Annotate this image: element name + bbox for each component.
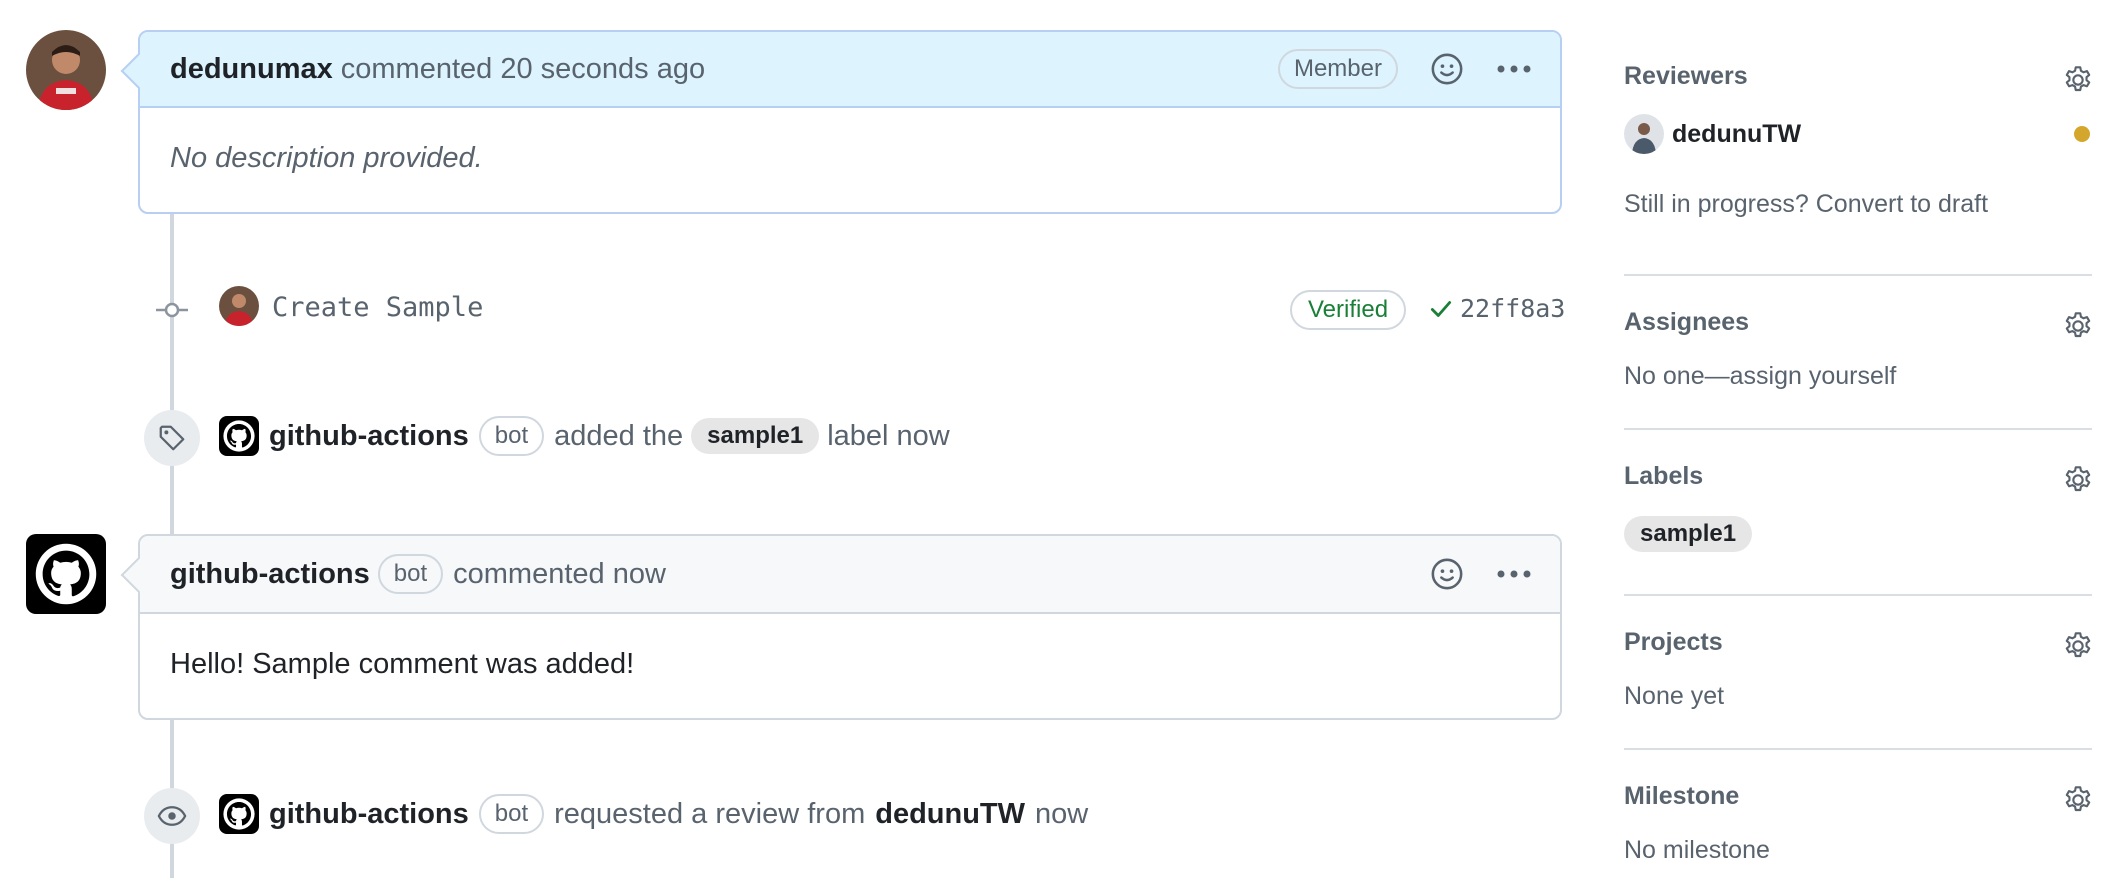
github-mark-icon — [223, 420, 255, 452]
gear-icon — [2065, 632, 2091, 658]
bot-badge: bot — [478, 416, 545, 456]
gear-icon — [2065, 66, 2091, 92]
more-options-button[interactable] — [1496, 64, 1532, 74]
sidebar-divider — [1624, 748, 2092, 750]
eye-icon — [157, 806, 187, 826]
tag-icon — [159, 425, 185, 451]
kebab-horizontal-icon — [1497, 570, 1531, 578]
sidebar-divider — [1624, 428, 2092, 430]
sidebar-projects: Projects None yet — [1624, 628, 2094, 710]
github-actions-avatar[interactable] — [219, 794, 259, 834]
requested-reviewer[interactable]: dedunuTW — [875, 798, 1025, 831]
github-mark-icon — [223, 798, 255, 830]
label-event: github-actions bot added the sample1 lab… — [219, 416, 950, 456]
bot-badge: bot — [478, 794, 545, 834]
user-avatar-icon — [1624, 114, 1664, 154]
comment-card: dedunumax commented 20 seconds ago Membe… — [120, 30, 1562, 214]
commit-node — [156, 298, 188, 322]
convert-to-draft-link[interactable]: Still in progress? Convert to draft — [1624, 190, 1988, 219]
reviewer-avatar — [1624, 114, 1664, 154]
projects-value: None yet — [1624, 682, 1725, 710]
tag-event-icon — [144, 410, 200, 466]
event-text-after: now — [1035, 797, 1089, 830]
reviewer-name[interactable]: dedunuTW — [1672, 120, 1801, 149]
sidebar-divider — [1624, 274, 2092, 276]
bot-badge: bot — [377, 554, 444, 594]
commit-sha[interactable]: 22ff8a3 — [1460, 294, 1565, 323]
avatar[interactable] — [26, 30, 106, 110]
sidebar-reviewers: Reviewers dedunuTW Still in progress? Co… — [1624, 62, 2094, 218]
projects-settings-button[interactable] — [2062, 630, 2094, 667]
user-avatar-icon — [219, 286, 259, 326]
projects-title[interactable]: Projects — [1624, 628, 1723, 656]
comment-header-actions — [1430, 536, 1532, 612]
github-mark-icon — [35, 543, 97, 605]
member-badge: Member — [1277, 49, 1398, 89]
smiley-icon — [1431, 53, 1463, 85]
assignees-settings-button[interactable] — [2062, 310, 2094, 347]
assignees-title[interactable]: Assignees — [1624, 308, 1749, 336]
reviewers-settings-button[interactable] — [2062, 64, 2094, 101]
milestone-settings-button[interactable] — [2062, 784, 2094, 821]
user-avatar-icon — [26, 30, 106, 110]
commit-message[interactable]: Create Sample — [272, 292, 483, 323]
reviewer-row[interactable]: dedunuTW — [1624, 114, 2094, 154]
comment-author[interactable]: github-actions — [170, 558, 370, 591]
milestone-title[interactable]: Milestone — [1624, 782, 1739, 810]
sidebar-milestone: Milestone No milestone — [1624, 782, 2094, 864]
sidebar-labels: Labels sample1 — [1624, 462, 2094, 552]
event-actor[interactable]: github-actions — [269, 420, 469, 453]
add-reaction-button[interactable] — [1430, 52, 1464, 86]
label-chip[interactable]: sample1 — [691, 418, 820, 454]
milestone-value: No milestone — [1624, 836, 1770, 864]
github-actions-avatar[interactable] — [219, 416, 259, 456]
gear-icon — [2065, 466, 2091, 492]
assign-yourself-link[interactable]: No one—assign yourself — [1624, 362, 1896, 391]
git-commit-icon — [156, 302, 188, 318]
comment-action[interactable]: commented now — [453, 558, 666, 591]
gear-icon — [2065, 786, 2091, 812]
event-actor[interactable]: github-actions — [269, 798, 469, 831]
event-text-after: label now — [827, 419, 950, 452]
commit-status: 22ff8a3 — [1428, 294, 1565, 323]
comment-header: dedunumax commented 20 seconds ago Membe… — [140, 32, 1560, 108]
comment-body: No description provided. — [170, 142, 483, 174]
check-icon — [1430, 300, 1452, 317]
commit-author-avatar[interactable] — [219, 286, 259, 326]
comment-author[interactable]: dedunumax — [170, 53, 333, 86]
more-options-button[interactable] — [1496, 569, 1532, 579]
gear-icon — [2065, 312, 2091, 338]
review-request-event: github-actions bot requested a review fr… — [219, 794, 1088, 834]
kebab-horizontal-icon — [1497, 65, 1531, 73]
review-event-icon — [144, 788, 200, 844]
smiley-icon — [1431, 558, 1463, 590]
sidebar-assignees: Assignees No one—assign yourself — [1624, 308, 2094, 390]
sidebar-divider — [1624, 594, 2092, 596]
reviewers-title[interactable]: Reviewers — [1624, 62, 1748, 90]
sidebar: Reviewers dedunuTW Still in progress? Co… — [1624, 0, 2094, 878]
verified-badge[interactable]: Verified — [1290, 290, 1407, 330]
comment-body: Hello! Sample comment was added! — [170, 648, 635, 680]
comment-header-actions: Member — [1277, 32, 1532, 106]
add-reaction-button[interactable] — [1430, 557, 1464, 591]
sidebar-label-chip[interactable]: sample1 — [1624, 516, 1753, 552]
labels-settings-button[interactable] — [2062, 464, 2094, 501]
verified-label: Verified — [1308, 296, 1389, 323]
event-text: requested a review from — [554, 797, 866, 830]
event-text: added the — [554, 419, 684, 452]
comment-card: github-actions bot commented now Hello! … — [120, 534, 1562, 720]
labels-title[interactable]: Labels — [1624, 462, 1703, 490]
comment-action[interactable]: commented 20 seconds ago — [341, 53, 705, 86]
comment-header: github-actions bot commented now — [140, 536, 1560, 614]
review-pending-indicator — [2074, 126, 2090, 142]
github-actions-avatar-large[interactable] — [26, 534, 106, 614]
